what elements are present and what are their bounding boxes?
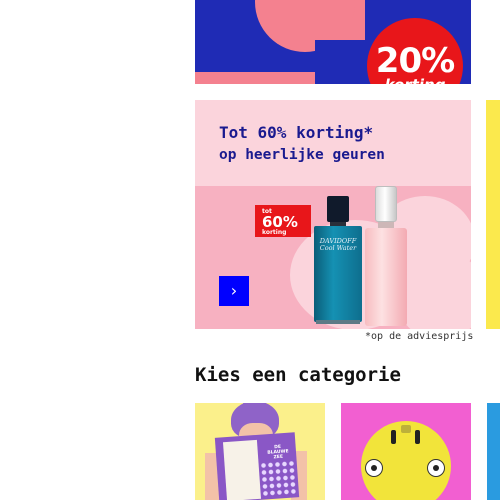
chevron-right-icon: › [230, 281, 238, 300]
category-tile-next-edge[interactable] [487, 403, 500, 500]
sale-badge: tot 60% korting [255, 205, 311, 237]
bottle-label: DAVIDOFF Cool Water [319, 237, 357, 252]
book-title: DE BLAUWE ZEE [267, 444, 289, 461]
promo-arrow-button[interactable]: › [219, 276, 249, 306]
bottle-base [316, 320, 360, 324]
discount-percent: 20% [375, 41, 455, 81]
eye-pupil [433, 465, 439, 471]
book-page [222, 439, 262, 500]
top-promo-banner[interactable]: 20% korting [195, 0, 471, 84]
bottle-cap [375, 186, 397, 222]
promo-headline: Tot 60% korting* [219, 123, 374, 142]
blue-perfume-bottle-image: DAVIDOFF Cool Water [314, 196, 362, 324]
next-promo-card-edge[interactable] [486, 100, 500, 329]
sale-badge-line3: korting [262, 229, 287, 236]
perfume-promo-card[interactable]: Tot 60% korting* op heerlijke geuren tot… [195, 100, 471, 329]
plug-pin [415, 430, 420, 444]
bottle-body [365, 228, 407, 326]
advice-price-note: *op de adviesprijs [365, 331, 474, 342]
plug-pin [401, 425, 411, 433]
pink-perfume-bottle-image [365, 186, 407, 326]
category-tile-books[interactable]: DE BLAUWE ZEE [195, 403, 325, 500]
plug-pin [391, 430, 396, 444]
promo-subline: op heerlijke geuren [219, 147, 385, 163]
eye-pupil [371, 465, 377, 471]
book-pattern [259, 459, 297, 499]
category-tile-electronics[interactable] [341, 403, 471, 500]
bottle-cap [327, 196, 349, 222]
category-heading: Kies een categorie [195, 364, 401, 386]
